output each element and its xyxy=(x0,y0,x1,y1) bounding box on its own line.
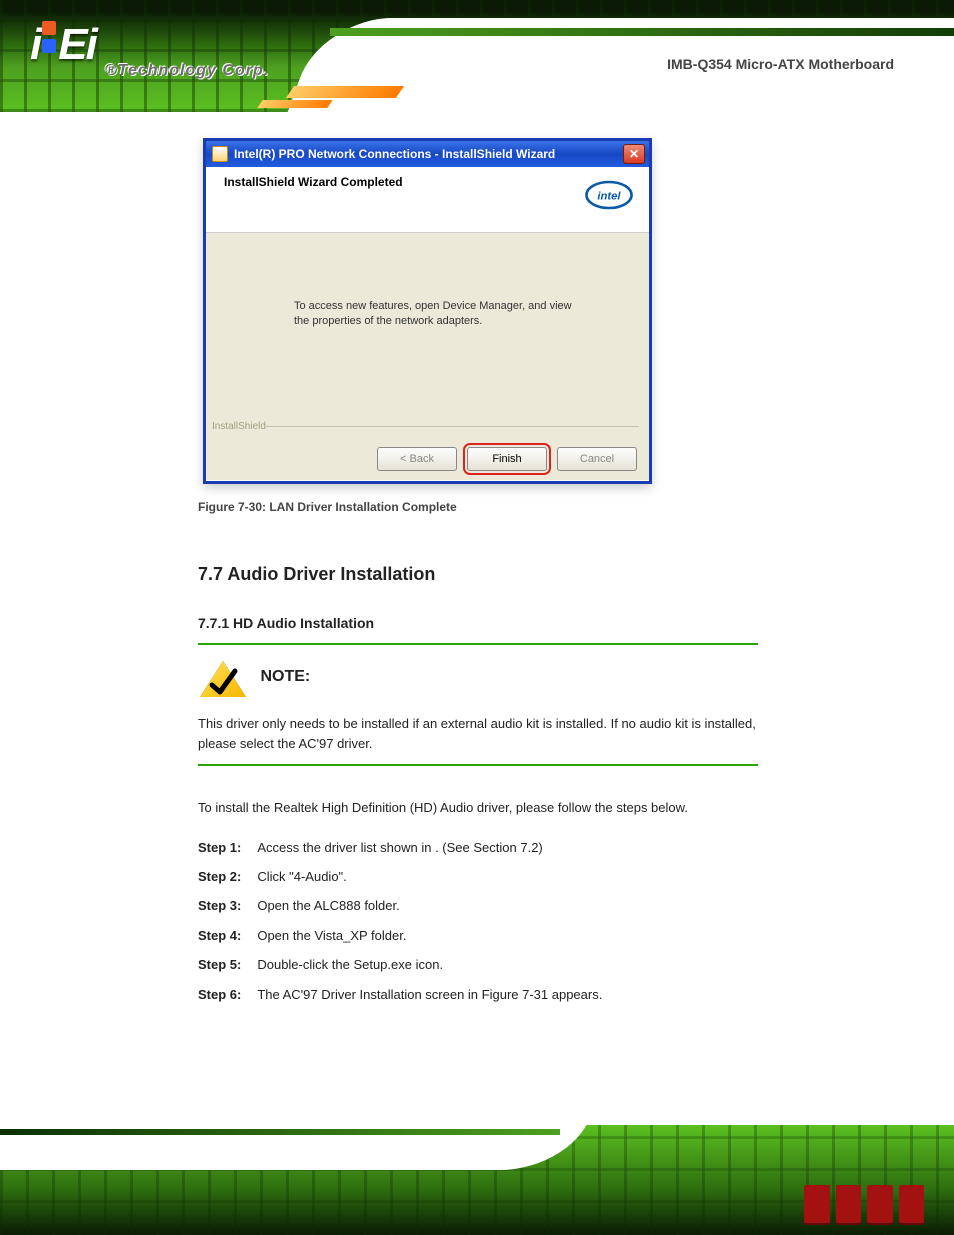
step-text: Open the Vista_XP folder. xyxy=(257,924,406,947)
note-title: NOTE: xyxy=(260,668,310,686)
company-logo: i Ei xyxy=(30,20,96,70)
installshield-brand-label: InstallShield xyxy=(212,421,266,432)
step-text: Access the driver list shown in . (See S… xyxy=(257,836,542,859)
figure-caption: Figure 7-30: LAN Driver Installation Com… xyxy=(198,500,758,514)
accent-stripe-orange1 xyxy=(286,86,404,98)
step-label: Step 4: xyxy=(198,924,241,947)
warning-triangle-icon xyxy=(198,659,248,699)
pcb-chips-decoration xyxy=(804,1185,924,1225)
step-item: Step 1: Access the driver list shown in .… xyxy=(198,836,758,859)
note-text: This driver only needs to be installed i… xyxy=(198,714,758,754)
section-heading: 7.7 Audio Driver Installation xyxy=(198,564,758,585)
divider-line xyxy=(266,426,639,427)
subsection-heading: 7.7.1 HD Audio Installation xyxy=(198,615,758,631)
cancel-button: Cancel xyxy=(557,447,637,471)
step-item: Step 6: The AC'97 Driver Installation scr… xyxy=(198,983,758,1006)
step-label: Step 1: xyxy=(198,836,241,859)
finish-button[interactable]: Finish xyxy=(467,447,547,471)
dialog-body: To access new features, open Device Mana… xyxy=(206,233,649,438)
step-item: Step 5: Double-click the Setup.exe icon. xyxy=(198,953,758,976)
step-item: Step 4: Open the Vista_XP folder. xyxy=(198,924,758,947)
green-stripe-top xyxy=(330,28,954,36)
document-content: Figure 7-30: LAN Driver Installation Com… xyxy=(198,500,758,1012)
step-label: Step 2: xyxy=(198,865,241,888)
installshield-dialog: Intel(R) PRO Network Connections - Insta… xyxy=(203,138,652,484)
dialog-button-bar: < Back Finish Cancel xyxy=(206,438,649,480)
intro-text: To install the Realtek High Definition (… xyxy=(198,796,758,819)
installer-icon xyxy=(212,146,228,162)
dialog-title-text: Intel(R) PRO Network Connections - Insta… xyxy=(234,147,555,161)
step-text: The AC'97 Driver Installation screen in … xyxy=(257,983,602,1006)
svg-text:intel: intel xyxy=(597,190,621,202)
dialog-body-text: To access new features, open Device Mana… xyxy=(294,299,574,329)
green-stripe-bottom xyxy=(0,1129,560,1135)
step-label: Step 6: xyxy=(198,983,241,1006)
step-item: Step 2: Click "4-Audio". xyxy=(198,865,758,888)
company-tagline: ®Technology Corp. xyxy=(105,62,269,80)
dialog-header: InstallShield Wizard Completed intel xyxy=(206,167,649,233)
product-name: IMB-Q354 Micro-ATX Motherboard xyxy=(667,56,894,72)
steps-block: To install the Realtek High Definition (… xyxy=(198,796,758,1006)
step-label: Step 3: xyxy=(198,894,241,917)
close-icon[interactable]: ✕ xyxy=(623,144,645,164)
step-label: Step 5: xyxy=(198,953,241,976)
note-block: NOTE: This driver only needs to be insta… xyxy=(198,645,758,764)
step-item: Step 3: Open the ALC888 folder. xyxy=(198,894,758,917)
intel-logo-icon: intel xyxy=(583,177,635,213)
note-bottom-rule xyxy=(198,764,758,766)
step-text: Double-click the Setup.exe icon. xyxy=(257,953,443,976)
step-text: Click "4-Audio". xyxy=(257,865,346,888)
dialog-heading: InstallShield Wizard Completed xyxy=(224,175,403,189)
back-button: < Back xyxy=(377,447,457,471)
accent-stripe-orange2 xyxy=(257,100,333,108)
dialog-title-bar: Intel(R) PRO Network Connections - Insta… xyxy=(206,141,649,167)
step-text: Open the ALC888 folder. xyxy=(257,894,399,917)
banner-curve-bottom xyxy=(0,1070,601,1170)
